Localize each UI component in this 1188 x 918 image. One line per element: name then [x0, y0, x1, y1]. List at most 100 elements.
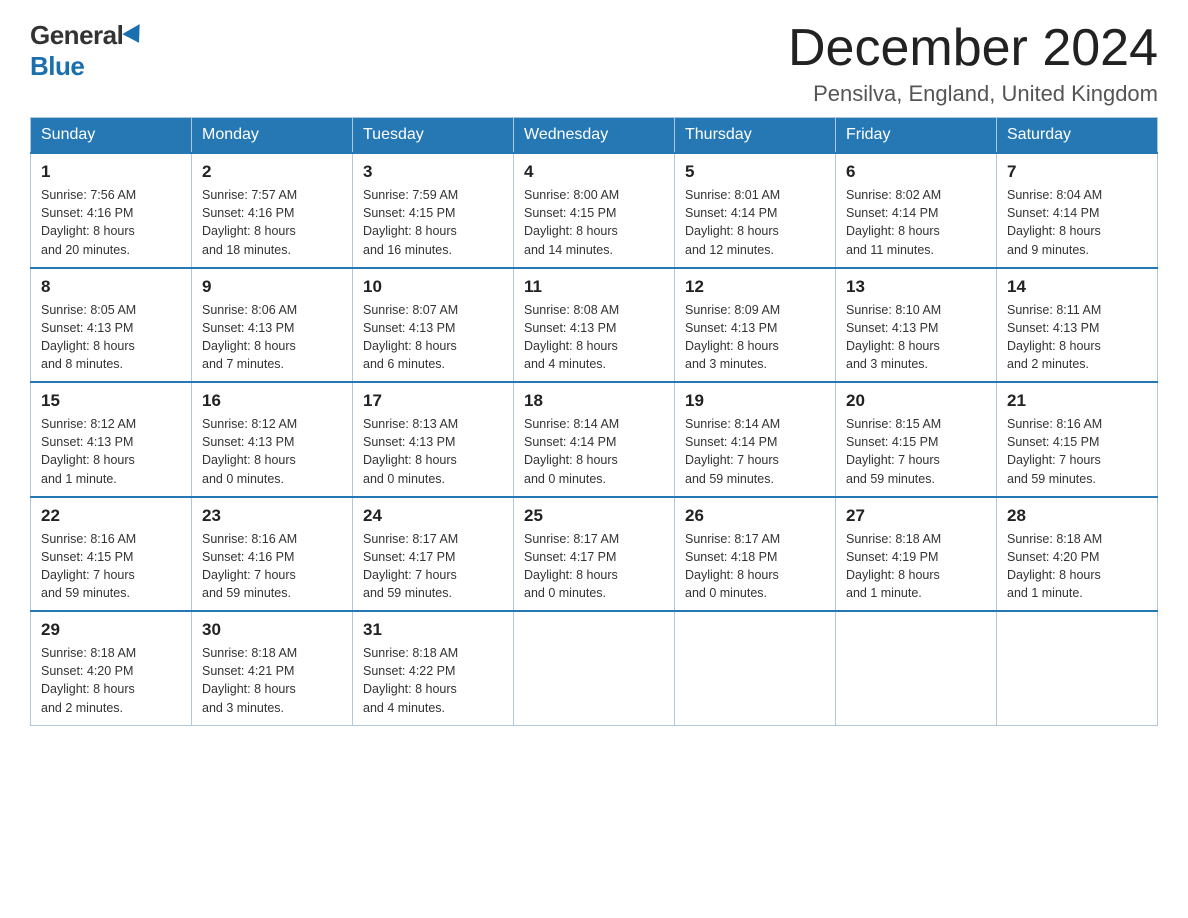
logo-general-text: General: [30, 20, 123, 51]
calendar-week-row: 15 Sunrise: 8:12 AMSunset: 4:13 PMDayligh…: [31, 382, 1158, 497]
calendar-cell: 28Sunrise: 8:18 AMSunset: 4:20 PMDayligh…: [997, 497, 1158, 612]
header-saturday: Saturday: [997, 118, 1158, 154]
day-info: Sunrise: 8:12 AMSunset: 4:13 PMDaylight:…: [202, 415, 342, 488]
day-info: Sunrise: 8:17 AMSunset: 4:17 PMDaylight:…: [363, 530, 503, 603]
day-info: Sunrise: 8:00 AMSunset: 4:15 PMDaylight:…: [524, 186, 664, 259]
calendar-cell: 11Sunrise: 8:08 AMSunset: 4:13 PMDayligh…: [514, 268, 675, 383]
calendar-cell: 29 Sunrise: 8:18 AMSunset: 4:20 PMDayligh…: [31, 611, 192, 725]
day-number: 21: [1007, 391, 1147, 411]
day-info: Sunrise: 8:06 AMSunset: 4:13 PMDaylight:…: [202, 301, 342, 374]
day-info: Sunrise: 8:09 AMSunset: 4:13 PMDaylight:…: [685, 301, 825, 374]
day-info: Sunrise: 8:04 AMSunset: 4:14 PMDaylight:…: [1007, 186, 1147, 259]
day-info: Sunrise: 8:08 AMSunset: 4:13 PMDaylight:…: [524, 301, 664, 374]
day-info: Sunrise: 8:18 AMSunset: 4:20 PMDaylight:…: [41, 644, 181, 717]
day-number: 3: [363, 162, 503, 182]
calendar-cell: 2 Sunrise: 7:57 AMSunset: 4:16 PMDaylight…: [192, 153, 353, 268]
header-monday: Monday: [192, 118, 353, 154]
calendar-week-row: 8 Sunrise: 8:05 AMSunset: 4:13 PMDaylight…: [31, 268, 1158, 383]
calendar-cell: [836, 611, 997, 725]
day-number: 14: [1007, 277, 1147, 297]
day-info: Sunrise: 8:18 AMSunset: 4:21 PMDaylight:…: [202, 644, 342, 717]
calendar-week-row: 1Sunrise: 7:56 AMSunset: 4:16 PMDaylight…: [31, 153, 1158, 268]
calendar-cell: 3 Sunrise: 7:59 AMSunset: 4:15 PMDaylight…: [353, 153, 514, 268]
day-info: Sunrise: 7:59 AMSunset: 4:15 PMDaylight:…: [363, 186, 503, 259]
month-title: December 2024: [788, 20, 1158, 77]
calendar-cell: 22 Sunrise: 8:16 AMSunset: 4:15 PMDayligh…: [31, 497, 192, 612]
day-number: 27: [846, 506, 986, 526]
calendar-cell: 26 Sunrise: 8:17 AMSunset: 4:18 PMDayligh…: [675, 497, 836, 612]
day-number: 31: [363, 620, 503, 640]
calendar-week-row: 29 Sunrise: 8:18 AMSunset: 4:20 PMDayligh…: [31, 611, 1158, 725]
calendar-cell: 24 Sunrise: 8:17 AMSunset: 4:17 PMDayligh…: [353, 497, 514, 612]
header-friday: Friday: [836, 118, 997, 154]
day-number: 12: [685, 277, 825, 297]
day-number: 23: [202, 506, 342, 526]
day-info: Sunrise: 7:57 AMSunset: 4:16 PMDaylight:…: [202, 186, 342, 259]
day-number: 7: [1007, 162, 1147, 182]
day-info: Sunrise: 8:18 AMSunset: 4:22 PMDaylight:…: [363, 644, 503, 717]
day-number: 26: [685, 506, 825, 526]
calendar-header-row: SundayMondayTuesdayWednesdayThursdayFrid…: [31, 118, 1158, 154]
logo: General Blue: [30, 20, 145, 82]
day-number: 4: [524, 162, 664, 182]
calendar-table: SundayMondayTuesdayWednesdayThursdayFrid…: [30, 117, 1158, 726]
title-section: December 2024 Pensilva, England, United …: [788, 20, 1158, 107]
day-number: 1: [41, 162, 181, 182]
calendar-cell: 1Sunrise: 7:56 AMSunset: 4:16 PMDaylight…: [31, 153, 192, 268]
page-header: General Blue December 2024 Pensilva, Eng…: [30, 20, 1158, 107]
day-info: Sunrise: 8:16 AMSunset: 4:15 PMDaylight:…: [41, 530, 181, 603]
calendar-cell: 5 Sunrise: 8:01 AMSunset: 4:14 PMDaylight…: [675, 153, 836, 268]
header-tuesday: Tuesday: [353, 118, 514, 154]
logo-blue-text: Blue: [30, 51, 84, 82]
day-number: 24: [363, 506, 503, 526]
day-info: Sunrise: 8:01 AMSunset: 4:14 PMDaylight:…: [685, 186, 825, 259]
day-info: Sunrise: 8:18 AMSunset: 4:19 PMDaylight:…: [846, 530, 986, 603]
calendar-cell: 30 Sunrise: 8:18 AMSunset: 4:21 PMDayligh…: [192, 611, 353, 725]
day-number: 29: [41, 620, 181, 640]
day-info: Sunrise: 8:02 AMSunset: 4:14 PMDaylight:…: [846, 186, 986, 259]
calendar-cell: 27 Sunrise: 8:18 AMSunset: 4:19 PMDayligh…: [836, 497, 997, 612]
day-number: 13: [846, 277, 986, 297]
day-info: Sunrise: 8:17 AMSunset: 4:17 PMDaylight:…: [524, 530, 664, 603]
day-number: 6: [846, 162, 986, 182]
calendar-cell: 20Sunrise: 8:15 AMSunset: 4:15 PMDayligh…: [836, 382, 997, 497]
calendar-cell: 7 Sunrise: 8:04 AMSunset: 4:14 PMDaylight…: [997, 153, 1158, 268]
calendar-cell: 12 Sunrise: 8:09 AMSunset: 4:13 PMDayligh…: [675, 268, 836, 383]
calendar-cell: 16Sunrise: 8:12 AMSunset: 4:13 PMDayligh…: [192, 382, 353, 497]
day-info: Sunrise: 8:10 AMSunset: 4:13 PMDaylight:…: [846, 301, 986, 374]
day-info: Sunrise: 8:11 AMSunset: 4:13 PMDaylight:…: [1007, 301, 1147, 374]
calendar-cell: 9 Sunrise: 8:06 AMSunset: 4:13 PMDaylight…: [192, 268, 353, 383]
day-info: Sunrise: 8:07 AMSunset: 4:13 PMDaylight:…: [363, 301, 503, 374]
day-number: 18: [524, 391, 664, 411]
calendar-cell: [514, 611, 675, 725]
calendar-cell: 21Sunrise: 8:16 AMSunset: 4:15 PMDayligh…: [997, 382, 1158, 497]
day-info: Sunrise: 8:16 AMSunset: 4:16 PMDaylight:…: [202, 530, 342, 603]
calendar-cell: 14 Sunrise: 8:11 AMSunset: 4:13 PMDayligh…: [997, 268, 1158, 383]
header-sunday: Sunday: [31, 118, 192, 154]
day-info: Sunrise: 8:13 AMSunset: 4:13 PMDaylight:…: [363, 415, 503, 488]
calendar-cell: [997, 611, 1158, 725]
day-number: 10: [363, 277, 503, 297]
calendar-cell: 17Sunrise: 8:13 AMSunset: 4:13 PMDayligh…: [353, 382, 514, 497]
calendar-week-row: 22 Sunrise: 8:16 AMSunset: 4:15 PMDayligh…: [31, 497, 1158, 612]
calendar-cell: 13 Sunrise: 8:10 AMSunset: 4:13 PMDayligh…: [836, 268, 997, 383]
calendar-cell: 31 Sunrise: 8:18 AMSunset: 4:22 PMDayligh…: [353, 611, 514, 725]
day-number: 5: [685, 162, 825, 182]
day-number: 9: [202, 277, 342, 297]
header-wednesday: Wednesday: [514, 118, 675, 154]
location-title: Pensilva, England, United Kingdom: [788, 81, 1158, 107]
calendar-cell: 18Sunrise: 8:14 AMSunset: 4:14 PMDayligh…: [514, 382, 675, 497]
day-number: 28: [1007, 506, 1147, 526]
calendar-cell: 23 Sunrise: 8:16 AMSunset: 4:16 PMDayligh…: [192, 497, 353, 612]
day-number: 8: [41, 277, 181, 297]
day-number: 22: [41, 506, 181, 526]
day-info: Sunrise: 8:05 AMSunset: 4:13 PMDaylight:…: [41, 301, 181, 374]
day-number: 25: [524, 506, 664, 526]
day-info: Sunrise: 8:17 AMSunset: 4:18 PMDaylight:…: [685, 530, 825, 603]
calendar-cell: 25 Sunrise: 8:17 AMSunset: 4:17 PMDayligh…: [514, 497, 675, 612]
day-number: 2: [202, 162, 342, 182]
day-info: Sunrise: 8:15 AMSunset: 4:15 PMDaylight:…: [846, 415, 986, 488]
day-number: 30: [202, 620, 342, 640]
calendar-cell: 19Sunrise: 8:14 AMSunset: 4:14 PMDayligh…: [675, 382, 836, 497]
day-number: 15: [41, 391, 181, 411]
